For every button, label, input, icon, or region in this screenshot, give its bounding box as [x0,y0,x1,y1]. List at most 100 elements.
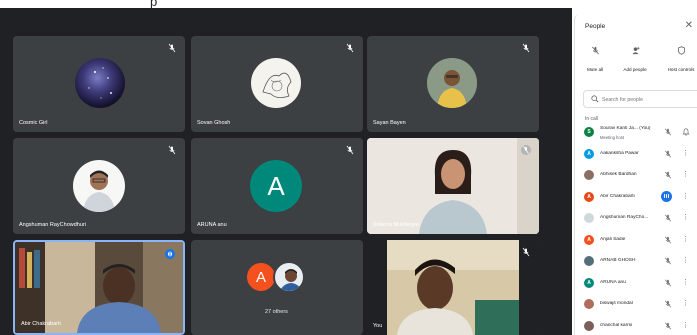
participant-tile[interactable]: Angshuman RayChowdhuri [13,138,185,234]
muted-mic-icon [521,244,531,257]
more-options-icon[interactable]: ⋮ [682,299,689,308]
shield-icon [677,46,685,55]
mic-off-icon[interactable] [664,322,672,330]
participant-tile[interactable]: A ARUNA anu [191,138,363,234]
participant-name: Sayan Bayen [373,120,406,126]
avatar [73,160,125,212]
avatar [75,58,125,108]
participant-name: You [373,323,383,329]
participant-name: Abir Chakrabarti [21,321,61,327]
close-icon[interactable]: ✕ [685,20,693,31]
avatar [584,320,594,331]
search-input[interactable] [602,94,697,105]
list-item[interactable]: ARNAB GHOSH ⋮ [575,251,697,273]
speaking-indicator-icon [661,190,672,202]
muted-mic-icon [167,142,177,155]
muted-mic-icon [521,40,531,53]
mic-off-icon[interactable] [664,128,672,136]
participant-name: Anjali Sadie [600,236,626,242]
self-video-tile[interactable]: You [367,240,539,335]
mic-off-icon[interactable] [664,300,672,308]
mic-off-icon [591,46,599,55]
others-tile[interactable]: A 27 others [191,240,363,335]
avatar [427,58,477,108]
participant-list: S Sourav Kanti Ja... (You) Meeting host … [575,122,697,335]
participant-name: Abir Chakrabarti [600,193,635,199]
more-options-icon[interactable]: ⋮ [682,170,689,179]
mute-all-label: Mute all [586,67,604,72]
pin-icon[interactable] [682,128,690,136]
list-item[interactable]: biswajit mondal ⋮ [575,294,697,316]
list-item[interactable]: A Abir Chakrabarti ⋮ [575,187,697,209]
participant-name: ARNAB GHOSH [600,258,636,263]
people-panel: People ✕ Mute all Add people Host contro… [574,14,697,335]
avatar: A [250,160,302,212]
avatar: A [584,277,594,288]
list-item[interactable]: A Anjali Sadie ⋮ [575,230,697,252]
panel-title: People [585,23,606,30]
participant-name: Sovan Ghosh [197,120,231,126]
avatar: A [584,191,594,202]
participant-name: ARUNA anu [197,222,227,228]
participant-name: Cosmic Girl [19,120,48,126]
more-options-icon[interactable]: ⋮ [682,192,689,201]
more-options-icon[interactable]: ⋮ [682,213,689,222]
mic-off-icon[interactable] [664,171,672,179]
participant-video-tile[interactable]: Abir Chakrabarti [13,240,185,335]
add-person-icon [631,46,640,55]
avatar: S [584,127,594,137]
avatar [251,58,301,108]
participant-tile[interactable]: Sovan Ghosh [191,36,363,132]
more-options-icon[interactable]: ⋮ [682,278,689,287]
list-item[interactable]: Angshuman RayCho... ⋮ [575,208,697,230]
muted-mic-icon [167,40,177,53]
participant-role: Meeting host [600,135,624,140]
avatar [584,299,594,309]
participant-name: Aakanksha Pawar [600,150,639,156]
avatar [273,261,305,293]
add-people-label: Add people [623,67,647,72]
host-controls-button[interactable]: Host controls [661,46,697,76]
participant-name: Sourav Kanti Ja... (You) [600,126,651,131]
participant-name: Angshuman RayCho... [600,215,649,220]
avatar [584,170,594,180]
list-item[interactable]: S Sourav Kanti Ja... (You) Meeting host [575,122,697,144]
mic-off-icon[interactable] [664,150,672,158]
mic-off-icon[interactable] [664,236,672,244]
list-item[interactable]: A Aakanksha Pawar ⋮ [575,144,697,166]
mic-off-icon[interactable] [664,257,672,265]
browser-top-strip [0,0,697,8]
participant-video-tile[interactable]: Sritama Mukherjee [367,138,539,234]
participant-tile[interactable]: Cosmic Girl [13,36,185,132]
search-icon [591,95,599,103]
participant-tile[interactable]: Sayan Bayen [367,36,539,132]
add-people-button[interactable]: Add people [615,46,655,76]
muted-mic-icon [345,40,355,53]
host-controls-label: Host controls [667,67,695,72]
avatar [584,213,594,223]
mic-off-icon[interactable] [664,214,672,222]
participant-name: Sritama Mukherjee [373,222,420,228]
mute-all-button[interactable]: Mute all [575,46,615,76]
avatar: A [584,234,594,245]
search-box[interactable] [583,90,697,108]
list-item[interactable]: chanchal karmi ⋮ [575,316,697,335]
participant-name: Angshuman RayChowdhuri [19,222,86,228]
participant-video [367,138,539,234]
more-options-icon[interactable]: ⋮ [682,321,689,330]
list-item[interactable]: A ARUNA anu ⋮ [575,273,697,295]
list-item[interactable]: Abhisek Bardhan ⋮ [575,165,697,187]
self-video [367,240,539,335]
more-options-icon[interactable]: ⋮ [682,149,689,158]
speaking-indicator-icon [165,246,175,259]
mic-off-icon[interactable] [664,279,672,287]
participant-name: biswajit mondal [600,301,633,306]
muted-mic-icon [345,142,355,155]
more-options-icon[interactable]: ⋮ [682,235,689,244]
participant-name: Abhisek Bardhan [600,172,637,177]
more-options-icon[interactable]: ⋮ [682,256,689,265]
muted-mic-icon [521,142,531,155]
others-count-label: 27 others [265,309,288,315]
participant-video [15,242,183,333]
participant-name: ARUNA anu [600,279,626,285]
